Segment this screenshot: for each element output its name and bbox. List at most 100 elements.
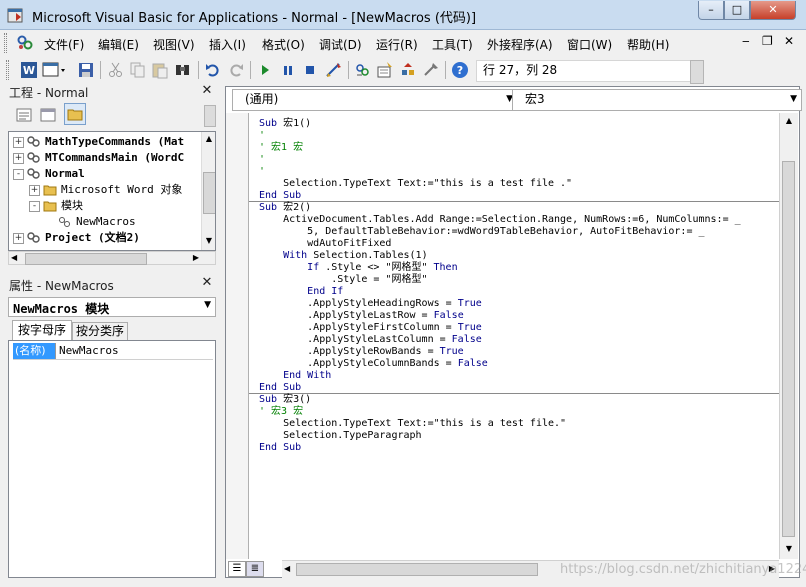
view-object-icon[interactable] bbox=[40, 107, 56, 123]
toolbar-separator bbox=[100, 61, 101, 79]
project-tree: + MathTypeCommands (Mat + MTCommandsMain (W… bbox=[8, 131, 216, 251]
scroll-down-arrow-icon[interactable]: ▼ bbox=[780, 541, 798, 557]
tab-alphabetic[interactable]: 按字母序 bbox=[12, 320, 72, 340]
menu-help[interactable]: 帮助(H) bbox=[627, 36, 669, 53]
paste-icon[interactable] bbox=[151, 61, 169, 79]
find-icon[interactable] bbox=[174, 61, 192, 79]
properties-icon[interactable] bbox=[376, 61, 394, 79]
run-icon[interactable] bbox=[256, 61, 274, 79]
scroll-left-arrow-icon[interactable]: ◀ bbox=[11, 252, 17, 264]
code-keyword: Sub bbox=[259, 394, 278, 405]
mdi-minimize-button[interactable]: ‒ bbox=[742, 34, 750, 48]
minimize-button[interactable]: – bbox=[698, 1, 724, 20]
menu-debug[interactable]: 调试(D) bbox=[319, 36, 362, 53]
copy-icon[interactable] bbox=[129, 61, 147, 79]
reset-icon[interactable] bbox=[301, 61, 319, 79]
module-window-icon[interactable] bbox=[15, 34, 35, 52]
scroll-thumb[interactable] bbox=[782, 161, 795, 537]
code-line: .ApplyStyleLastColumn = False bbox=[259, 334, 482, 346]
save-icon[interactable] bbox=[77, 61, 95, 79]
scroll-thumb[interactable] bbox=[203, 172, 215, 214]
toggle-folders-icon bbox=[67, 109, 83, 121]
redo-icon[interactable] bbox=[227, 61, 245, 79]
menu-tools[interactable]: 工具(T) bbox=[432, 36, 473, 53]
menu-view[interactable]: 视图(V) bbox=[153, 36, 195, 53]
tree-node[interactable]: - Normal bbox=[13, 166, 85, 182]
margin-indicator-bar[interactable] bbox=[226, 113, 248, 559]
project-tree-vscroll[interactable]: ▲ ▼ bbox=[201, 132, 215, 250]
collapse-icon[interactable]: - bbox=[29, 200, 40, 212]
menu-edit[interactable]: 编辑(E) bbox=[98, 36, 139, 53]
code-line: Sub 宏3() bbox=[259, 394, 311, 406]
tab-categorized[interactable]: 按分类序 bbox=[72, 322, 128, 340]
tree-node[interactable]: NewMacros bbox=[13, 214, 136, 230]
maximize-button[interactable]: □ bbox=[724, 1, 750, 20]
full-module-view-button[interactable]: ≣ bbox=[246, 561, 264, 577]
scroll-down-arrow-icon[interactable]: ▼ bbox=[202, 234, 215, 248]
toolbar-separator bbox=[198, 61, 199, 79]
scroll-thumb[interactable] bbox=[296, 563, 538, 576]
code-vscroll[interactable]: ▲ ▼ bbox=[779, 113, 798, 559]
menu-run[interactable]: 运行(R) bbox=[376, 36, 418, 53]
tree-node-label: NewMacros bbox=[76, 215, 136, 228]
code-line: Sub 宏1() bbox=[259, 118, 311, 130]
scroll-up-arrow-icon[interactable]: ▲ bbox=[202, 132, 215, 146]
project-panel-close-button[interactable]: ✕ bbox=[200, 84, 214, 98]
code-keyword: With bbox=[283, 250, 308, 261]
project-tree-hscroll[interactable]: ◀ ▶ bbox=[8, 251, 216, 265]
menu-file[interactable]: 文件(F) bbox=[44, 36, 84, 53]
collapse-icon[interactable]: - bbox=[13, 168, 24, 180]
expand-icon[interactable]: + bbox=[13, 152, 24, 164]
object-select[interactable]: NewMacros 模块 ▼ bbox=[8, 297, 216, 317]
tree-node[interactable]: + MathTypeCommands (Mat bbox=[13, 134, 184, 150]
property-value[interactable]: NewMacros bbox=[59, 343, 119, 359]
code-keyword: End Sub bbox=[259, 190, 302, 201]
properties-panel-close-button[interactable]: ✕ bbox=[200, 276, 214, 290]
toolbox-icon[interactable] bbox=[422, 61, 440, 79]
scroll-left-arrow-icon[interactable]: ◀ bbox=[284, 562, 290, 576]
toolbar-grip[interactable] bbox=[6, 60, 9, 80]
scroll-thumb[interactable] bbox=[25, 253, 147, 265]
tree-node[interactable]: + Project (文档2) bbox=[13, 230, 140, 246]
tree-node[interactable]: + Microsoft Word 对象 bbox=[13, 182, 182, 198]
project-explorer-icon[interactable] bbox=[354, 61, 372, 79]
project-panel-toolbar-more[interactable] bbox=[204, 105, 216, 127]
menu-window[interactable]: 窗口(W) bbox=[567, 36, 612, 53]
mdi-close-button[interactable]: ✕ bbox=[784, 34, 794, 48]
code-text: Selection.TypeText Text:="this is a test… bbox=[259, 178, 573, 189]
design-mode-icon[interactable] bbox=[325, 61, 343, 79]
project-icon bbox=[27, 231, 45, 244]
toolbar-options-button[interactable] bbox=[690, 60, 704, 84]
object-browser-icon[interactable] bbox=[399, 61, 417, 79]
tree-node[interactable]: - 模块 bbox=[13, 198, 83, 214]
code-keyword: True bbox=[457, 322, 482, 333]
expand-icon[interactable]: + bbox=[13, 136, 24, 148]
code-editor[interactable]: Sub 宏1() ' ' 宏1 宏 ' ' Selection.TypeText Tex… bbox=[248, 113, 779, 559]
menu-format[interactable]: 格式(O) bbox=[262, 36, 305, 53]
object-dropdown[interactable]: (通用) ▼ bbox=[232, 89, 518, 111]
view-code-icon[interactable] bbox=[16, 107, 32, 123]
menu-insert[interactable]: 插入(I) bbox=[209, 36, 246, 53]
insert-userform-icon[interactable] bbox=[42, 61, 66, 79]
close-button[interactable]: ✕ bbox=[750, 1, 796, 20]
word-icon[interactable]: W bbox=[20, 61, 38, 79]
scroll-right-arrow-icon[interactable]: ▶ bbox=[193, 252, 199, 264]
help-icon[interactable]: ? bbox=[451, 61, 469, 79]
toggle-folders-button[interactable] bbox=[64, 103, 86, 125]
tree-node[interactable]: + MTCommandsMain (WordC bbox=[13, 150, 184, 166]
break-icon[interactable] bbox=[279, 61, 297, 79]
mdi-restore-button[interactable]: ❐ bbox=[762, 34, 773, 48]
procedure-view-button[interactable]: ☰ bbox=[228, 561, 246, 577]
procedure-dropdown[interactable]: 宏3 ▼ bbox=[512, 89, 802, 111]
property-row[interactable]: (名称) NewMacros bbox=[13, 343, 213, 360]
scroll-up-arrow-icon[interactable]: ▲ bbox=[780, 113, 798, 129]
undo-icon[interactable] bbox=[204, 61, 222, 79]
toolbar-separator bbox=[348, 61, 349, 79]
expand-icon[interactable]: + bbox=[29, 184, 40, 196]
menu-addins[interactable]: 外接程序(A) bbox=[487, 36, 553, 53]
code-text: Selection.TypeText Text:="this is a test… bbox=[259, 418, 567, 429]
menubar-grip[interactable] bbox=[4, 33, 7, 53]
cut-icon[interactable] bbox=[107, 61, 125, 79]
tree-node-label: MTCommandsMain (WordC bbox=[45, 151, 185, 164]
expand-icon[interactable]: + bbox=[13, 232, 24, 244]
